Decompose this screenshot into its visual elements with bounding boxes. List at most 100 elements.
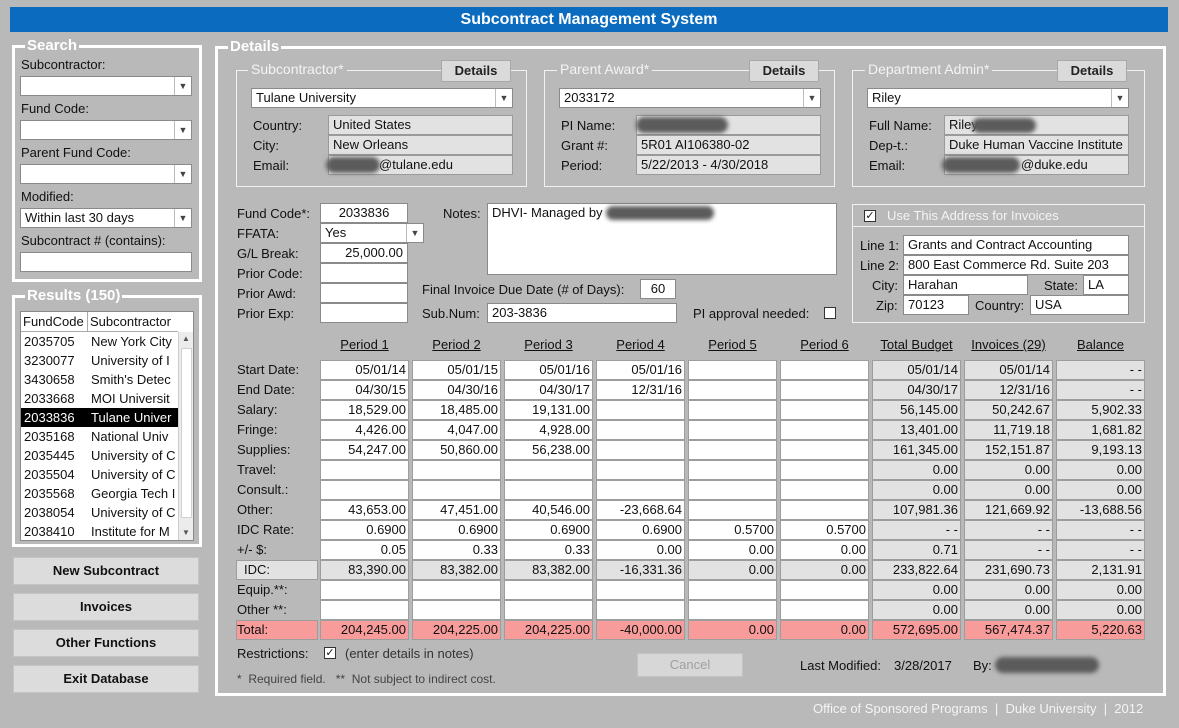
parent-award-combo[interactable]: 2033172 ▼ [559, 88, 821, 108]
budget-cell[interactable]: -23,668.64 [596, 500, 685, 520]
budget-cell[interactable] [688, 460, 777, 480]
budget-cell[interactable] [688, 420, 777, 440]
budget-cell[interactable] [596, 580, 685, 600]
results-row[interactable]: 3430658 Smith's Detec [21, 370, 178, 389]
other-functions-button[interactable]: Other Functions [13, 629, 199, 657]
results-row[interactable]: 2033836 Tulane Univer [21, 408, 178, 427]
state-input[interactable]: LA [1083, 275, 1129, 295]
budget-cell[interactable] [596, 400, 685, 420]
scroll-down-icon[interactable]: ▼ [182, 528, 190, 537]
budget-cell[interactable]: 0.00 [596, 540, 685, 560]
scroll-thumb[interactable] [181, 348, 192, 518]
budget-cell[interactable] [780, 360, 869, 380]
pi-approval-checkbox[interactable] [824, 307, 836, 319]
ffata-combo[interactable]: Yes ▼ [320, 223, 424, 243]
budget-cell[interactable] [688, 400, 777, 420]
results-row[interactable]: 2033668 MOI Universit [21, 389, 178, 408]
budget-cell[interactable]: 12/31/16 [596, 380, 685, 400]
budget-cell[interactable]: 0.33 [412, 540, 501, 560]
budget-cell[interactable] [780, 600, 869, 620]
chevron-down-icon[interactable]: ▼ [174, 121, 191, 139]
results-row[interactable]: 2035705 New York City [21, 332, 178, 351]
results-row[interactable]: 2038054 University of C [21, 503, 178, 522]
budget-cell[interactable] [320, 480, 409, 500]
fund-code-input[interactable]: 2033836 [320, 203, 408, 223]
addr-country-input[interactable]: USA [1030, 295, 1129, 315]
chevron-down-icon[interactable]: ▼ [174, 209, 191, 227]
budget-cell[interactable]: 0.6900 [412, 520, 501, 540]
chevron-down-icon[interactable]: ▼ [803, 89, 820, 107]
final-invoice-input[interactable]: 60 [640, 279, 676, 299]
prior-awd-input[interactable] [320, 283, 408, 303]
line2-input[interactable]: 800 East Commerce Rd. Suite 203 [903, 255, 1129, 275]
chevron-down-icon[interactable]: ▼ [174, 165, 191, 183]
subcontract-num-search-input[interactable] [20, 252, 192, 272]
budget-cell[interactable]: 04/30/17 [504, 380, 593, 400]
budget-cell[interactable]: 47,451.00 [412, 500, 501, 520]
new-subcontract-button[interactable]: New Subcontract [13, 557, 199, 585]
budget-cell[interactable] [412, 600, 501, 620]
budget-cell[interactable]: 04/30/16 [412, 380, 501, 400]
chevron-down-icon[interactable]: ▼ [495, 89, 512, 107]
line1-input[interactable]: Grants and Contract Accounting [903, 235, 1129, 255]
subcontractor-combo[interactable]: Tulane University ▼ [251, 88, 513, 108]
results-row[interactable]: 2038410 Institute for M [21, 522, 178, 540]
budget-cell[interactable]: 05/01/16 [596, 360, 685, 380]
budget-cell[interactable] [780, 460, 869, 480]
subcontractor-details-button[interactable]: Details [441, 60, 511, 82]
budget-cell[interactable]: 0.00 [688, 540, 777, 560]
budget-cell[interactable]: 50,860.00 [412, 440, 501, 460]
budget-cell[interactable] [320, 600, 409, 620]
budget-cell[interactable]: 43,653.00 [320, 500, 409, 520]
budget-cell[interactable] [412, 480, 501, 500]
budget-cell[interactable] [780, 500, 869, 520]
gl-break-input[interactable]: 25,000.00 [320, 243, 408, 263]
budget-cell[interactable] [412, 460, 501, 480]
budget-cell[interactable] [688, 600, 777, 620]
budget-cell[interactable] [780, 480, 869, 500]
budget-cell[interactable] [504, 480, 593, 500]
budget-cell[interactable] [688, 440, 777, 460]
invoices-button[interactable]: Invoices [13, 593, 199, 621]
use-address-checkbox[interactable]: ✓ [864, 210, 876, 222]
budget-cell[interactable] [412, 580, 501, 600]
results-col-subcontractor[interactable]: Subcontractor [90, 314, 171, 329]
budget-cell[interactable]: 05/01/14 [320, 360, 409, 380]
restrictions-checkbox[interactable]: ✓ [324, 647, 336, 659]
budget-cell[interactable] [596, 600, 685, 620]
budget-cell[interactable]: 0.6900 [320, 520, 409, 540]
budget-cell[interactable]: 04/30/15 [320, 380, 409, 400]
prior-exp-input[interactable] [320, 303, 408, 323]
budget-cell[interactable] [596, 420, 685, 440]
chevron-down-icon[interactable]: ▼ [406, 224, 423, 242]
budget-cell[interactable] [688, 500, 777, 520]
budget-cell[interactable]: 05/01/15 [412, 360, 501, 380]
prior-code-input[interactable] [320, 263, 408, 283]
budget-cell[interactable]: 18,485.00 [412, 400, 501, 420]
budget-cell[interactable] [320, 580, 409, 600]
budget-cell[interactable] [780, 420, 869, 440]
budget-cell[interactable] [596, 480, 685, 500]
budget-cell[interactable] [504, 460, 593, 480]
budget-cell[interactable] [780, 580, 869, 600]
budget-cell[interactable] [780, 440, 869, 460]
fund-code-search-combo[interactable]: ▼ [20, 120, 192, 140]
subcontractor-search-combo[interactable]: ▼ [20, 76, 192, 96]
results-row[interactable]: 2035445 University of C [21, 446, 178, 465]
budget-cell[interactable]: 40,546.00 [504, 500, 593, 520]
budget-cell[interactable]: 4,928.00 [504, 420, 593, 440]
budget-cell[interactable] [780, 380, 869, 400]
budget-cell[interactable] [504, 600, 593, 620]
budget-cell[interactable] [596, 440, 685, 460]
budget-cell[interactable]: 0.5700 [688, 520, 777, 540]
budget-cell[interactable]: 19,131.00 [504, 400, 593, 420]
dept-admin-combo[interactable]: Riley ▼ [867, 88, 1129, 108]
budget-cell[interactable] [596, 460, 685, 480]
results-list[interactable]: FundCode Subcontractor 2035705 New York C… [20, 311, 194, 541]
cancel-button[interactable]: Cancel [637, 653, 743, 677]
budget-cell[interactable]: 05/01/16 [504, 360, 593, 380]
chevron-down-icon[interactable]: ▼ [174, 77, 191, 95]
budget-cell[interactable] [688, 480, 777, 500]
budget-cell[interactable]: 0.33 [504, 540, 593, 560]
budget-cell[interactable] [688, 360, 777, 380]
